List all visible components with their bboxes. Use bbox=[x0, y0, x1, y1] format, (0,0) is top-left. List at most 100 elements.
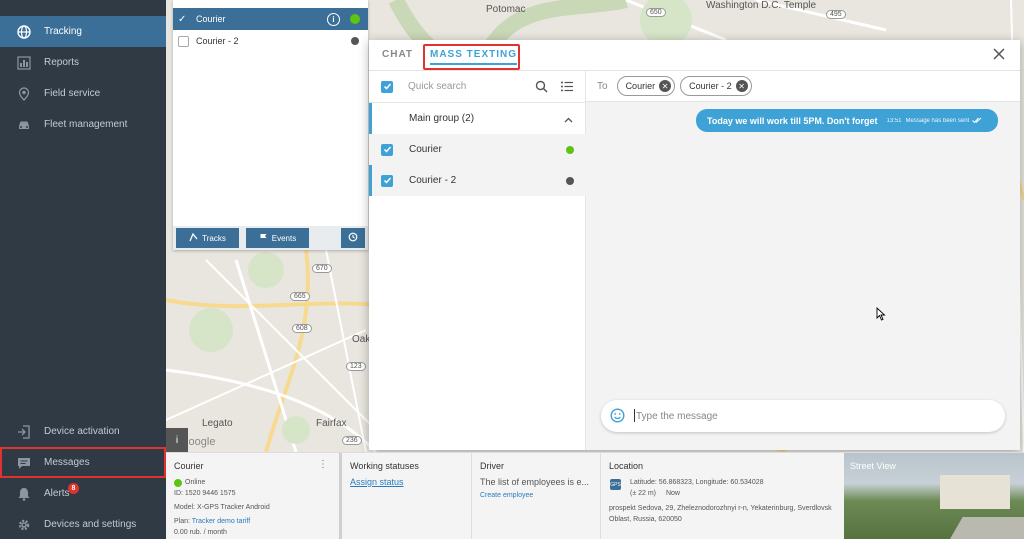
device-name: Courier - 2 bbox=[196, 36, 239, 46]
search-icon[interactable] bbox=[535, 80, 548, 96]
sidebar-item-tracking[interactable]: Tracking bbox=[0, 16, 166, 47]
group-row[interactable]: Main group (2) bbox=[369, 103, 586, 134]
sidebar-item-fleet-management[interactable]: Fleet management bbox=[0, 109, 166, 140]
conversation-pane: To Courier ✕ Courier - 2 ✕ Today we will… bbox=[586, 71, 1020, 450]
working-statuses-title: Working statuses bbox=[350, 461, 419, 471]
route-shield: 123 bbox=[346, 362, 366, 371]
search-row: Quick search bbox=[369, 71, 586, 103]
device-info-panel: Courier ⋮ Online ID: 1520 9446 1575 Mode… bbox=[166, 452, 1024, 539]
plan-link[interactable]: Tracker demo tariff bbox=[192, 518, 250, 525]
sidebar-item-device-activation[interactable]: Device activation bbox=[0, 416, 166, 447]
sidebar-item-label: Alerts bbox=[44, 488, 70, 499]
member-name: Courier bbox=[409, 144, 442, 155]
messages-dialog: CHAT MASS TEXTING Quick search Main grou… bbox=[369, 40, 1020, 450]
sidebar-item-label: Messages bbox=[44, 457, 90, 468]
emoji-icon[interactable] bbox=[610, 408, 625, 426]
sidebar-item-field-service[interactable]: Field service bbox=[0, 78, 166, 109]
location-title: Location bbox=[609, 461, 644, 471]
message-input[interactable]: Type the message bbox=[601, 400, 1005, 432]
driver-section: Driver The list of employees is e... Cre… bbox=[471, 453, 598, 539]
history-icon bbox=[348, 232, 358, 244]
member-name: Courier - 2 bbox=[409, 175, 457, 186]
sidebar-item-messages[interactable]: Messages bbox=[0, 447, 166, 478]
device-toolbar: Tracks Events bbox=[173, 226, 368, 250]
double-check-icon bbox=[972, 115, 982, 127]
close-icon[interactable] bbox=[992, 47, 1006, 61]
message-text: Today we will work till 5PM. Don't forge… bbox=[707, 115, 878, 126]
tracks-button[interactable]: Tracks bbox=[176, 228, 239, 248]
device-checkbox[interactable] bbox=[178, 35, 189, 47]
member-checkbox[interactable] bbox=[381, 143, 393, 156]
quick-search-input[interactable]: Quick search bbox=[408, 81, 466, 92]
select-all-checkbox[interactable] bbox=[381, 80, 393, 93]
location-coords: Latitude: 56.868323, Longitude: 60.53402… bbox=[630, 479, 764, 486]
assign-status-link[interactable]: Assign status bbox=[350, 477, 464, 487]
member-row-courier-2[interactable]: Courier - 2 bbox=[369, 165, 586, 196]
map-label-fairfax: Fairfax bbox=[316, 418, 347, 429]
street-view-title: Street View bbox=[850, 461, 896, 471]
sidebar-item-reports[interactable]: Reports bbox=[0, 47, 166, 78]
group-accent-bar bbox=[369, 103, 372, 134]
text-caret bbox=[634, 409, 635, 422]
location-accuracy-row: (± 22 m) Now bbox=[630, 488, 838, 499]
member-checkbox[interactable] bbox=[381, 174, 393, 187]
street-view-road bbox=[945, 517, 1024, 539]
checkmark-icon[interactable]: ✓ bbox=[178, 14, 186, 25]
to-label: To bbox=[597, 80, 608, 92]
create-employee-link[interactable]: Create employee bbox=[480, 492, 592, 499]
globe-icon bbox=[17, 24, 31, 39]
sidebar-item-label: Fleet management bbox=[44, 119, 128, 130]
tab-mass-texting[interactable]: MASS TEXTING bbox=[430, 49, 518, 65]
location-accuracy: (± 22 m) bbox=[630, 490, 657, 497]
street-view-panel[interactable]: Street View bbox=[844, 453, 1024, 539]
mouse-cursor-icon bbox=[876, 306, 886, 324]
remove-recipient-icon[interactable]: ✕ bbox=[659, 80, 672, 92]
events-button[interactable]: Events bbox=[246, 228, 309, 248]
recipient-chip: Courier - 2 ✕ bbox=[680, 76, 752, 96]
map-label-legato: Legato bbox=[202, 418, 233, 429]
route-shield: 608 bbox=[292, 324, 312, 333]
sidebar-item-label: Device activation bbox=[44, 426, 120, 437]
route-icon bbox=[189, 232, 198, 244]
info-icon[interactable]: i bbox=[327, 12, 340, 26]
map-info-button[interactable]: i bbox=[166, 428, 188, 452]
plan-row: Plan: Tracker demo tariff bbox=[174, 516, 332, 527]
online-status-dot bbox=[566, 146, 574, 154]
gear-icon bbox=[17, 518, 31, 532]
member-row-courier[interactable]: Courier bbox=[369, 134, 586, 165]
tracks-label: Tracks bbox=[202, 233, 226, 243]
remove-recipient-icon[interactable]: ✕ bbox=[735, 80, 748, 92]
car-icon bbox=[17, 118, 31, 132]
dialog-header: CHAT MASS TEXTING bbox=[369, 40, 1020, 71]
history-button[interactable] bbox=[341, 228, 365, 248]
chat-icon bbox=[17, 456, 31, 470]
plan-prefix: Plan: bbox=[174, 518, 190, 525]
chevron-up-icon[interactable] bbox=[564, 114, 573, 126]
online-status-dot bbox=[174, 478, 182, 487]
events-label: Events bbox=[271, 233, 297, 243]
more-vertical-icon[interactable]: ⋮ bbox=[318, 459, 328, 470]
device-row-courier[interactable]: ✓ Courier i bbox=[173, 8, 368, 30]
recipient-name: Courier bbox=[625, 81, 656, 91]
street-view-building bbox=[940, 475, 1010, 509]
list-icon[interactable] bbox=[561, 81, 573, 95]
tab-chat[interactable]: CHAT bbox=[382, 49, 413, 60]
online-status-dot bbox=[350, 14, 360, 24]
alerts-count-badge: 8 bbox=[68, 483, 79, 494]
device-row-courier-2[interactable]: Courier - 2 bbox=[173, 30, 368, 52]
flag-icon bbox=[259, 233, 268, 244]
gps-icon: GPS bbox=[610, 479, 621, 490]
device-id: ID: 1520 9446 1575 bbox=[174, 490, 236, 497]
location-section: Location GPS Latitude: 56.868323, Longit… bbox=[600, 453, 844, 539]
message-placeholder[interactable]: Type the message bbox=[636, 411, 718, 422]
message-bubble: Today we will work till 5PM. Don't forge… bbox=[696, 109, 998, 132]
sidebar-item-devices-settings[interactable]: Devices and settings bbox=[0, 509, 166, 539]
sidebar-item-label: Reports bbox=[44, 57, 80, 68]
recipients-row: To Courier ✕ Courier - 2 ✕ bbox=[586, 71, 1020, 102]
sidebar-item-label: Devices and settings bbox=[44, 519, 137, 530]
online-label: Online bbox=[185, 479, 206, 486]
working-statuses: Working statuses Assign status bbox=[342, 453, 470, 539]
recipient-list-pane: Quick search Main group (2) Courier Cour… bbox=[369, 71, 586, 450]
message-time: 13:51 bbox=[886, 117, 902, 124]
sidebar-item-alerts[interactable]: Alerts 8 bbox=[0, 478, 166, 509]
